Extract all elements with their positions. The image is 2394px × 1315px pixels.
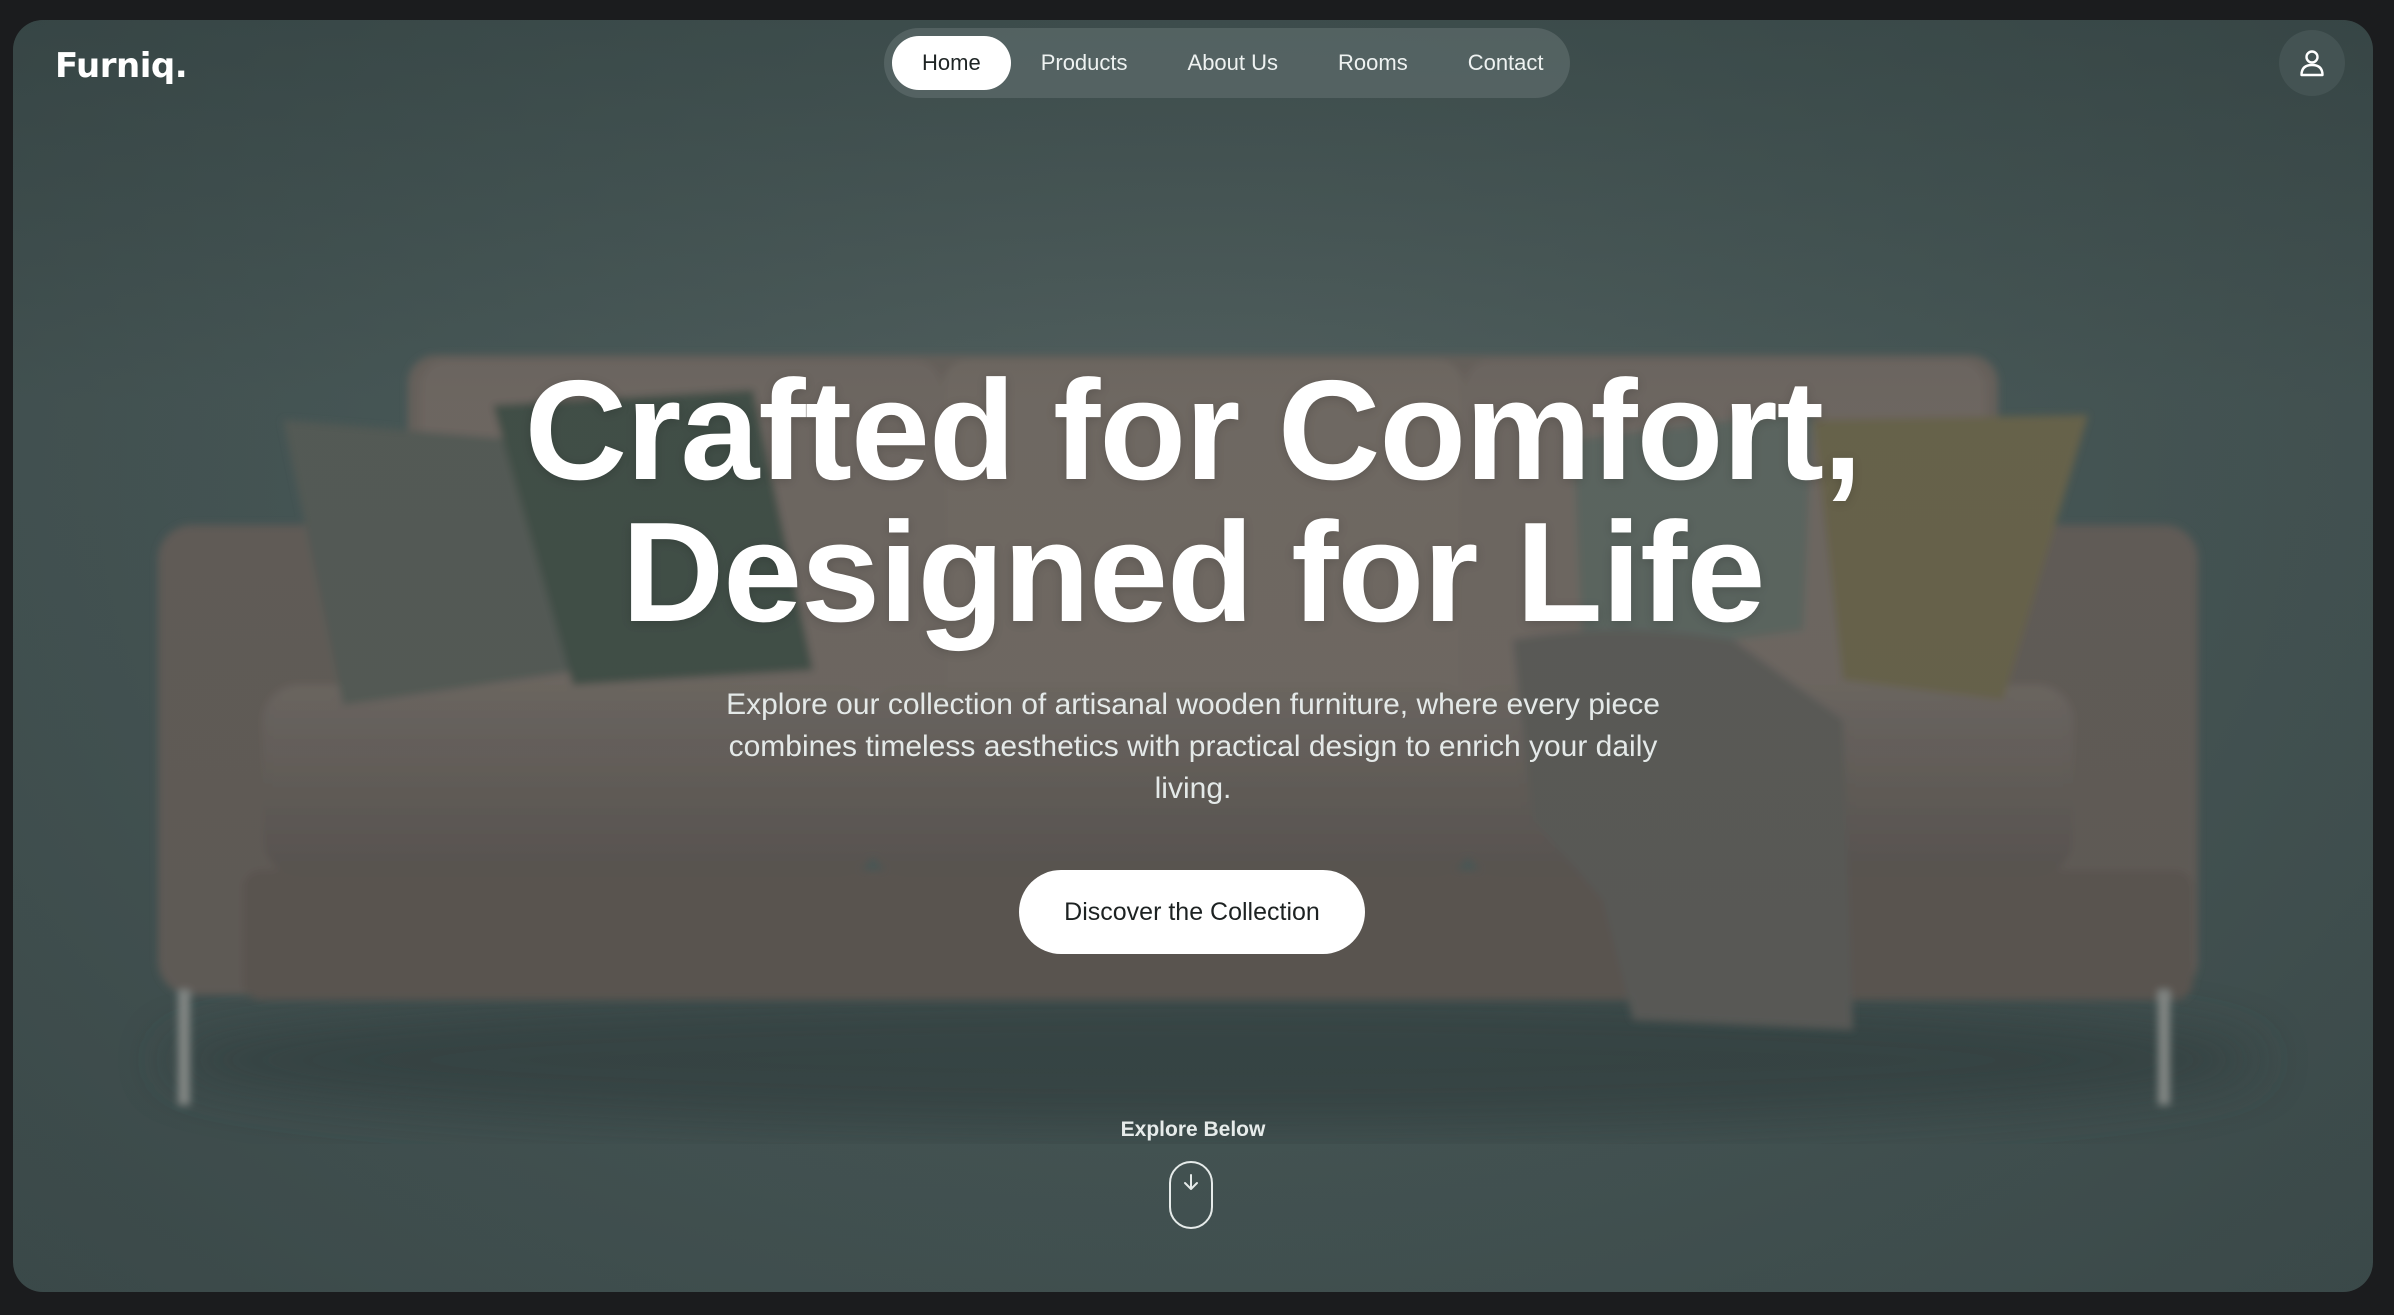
hero-section: Furniq. Home Products About Us Rooms Con… <box>13 20 2373 1292</box>
discover-collection-button[interactable]: Discover the Collection <box>1019 870 1365 954</box>
nav-item-about-us[interactable]: About Us <box>1158 36 1309 90</box>
arrow-down-icon <box>1184 1174 1198 1190</box>
hero-title: Crafted for Comfort, Designed for Life <box>13 360 2373 644</box>
explore-below-label: Explore Below <box>1120 1118 1266 1141</box>
hero-subtitle-line-3: living. <box>1154 772 1232 805</box>
nav-item-rooms[interactable]: Rooms <box>1308 36 1438 90</box>
hero-title-line-2: Designed for Life <box>621 493 1766 652</box>
user-account-button[interactable] <box>2279 30 2345 96</box>
sofa-background-image <box>158 355 2263 1130</box>
hero-subtitle-line-1: Explore our collection of artisanal wood… <box>726 688 1660 721</box>
nav-item-products[interactable]: Products <box>1011 36 1158 90</box>
main-nav: Home Products About Us Rooms Contact <box>884 28 1570 98</box>
hero-title-line-1: Crafted for Comfort, <box>524 351 1863 510</box>
hero-subtitle: Explore our collection of artisanal wood… <box>713 684 1673 810</box>
brand-logo[interactable]: Furniq. <box>55 46 188 86</box>
user-icon <box>2300 50 2324 77</box>
hero-subtitle-line-2: combines timeless aesthetics with practi… <box>728 730 1658 763</box>
scroll-down-button[interactable] <box>1169 1161 1213 1229</box>
nav-item-home[interactable]: Home <box>892 36 1011 90</box>
nav-item-contact[interactable]: Contact <box>1438 36 1574 90</box>
